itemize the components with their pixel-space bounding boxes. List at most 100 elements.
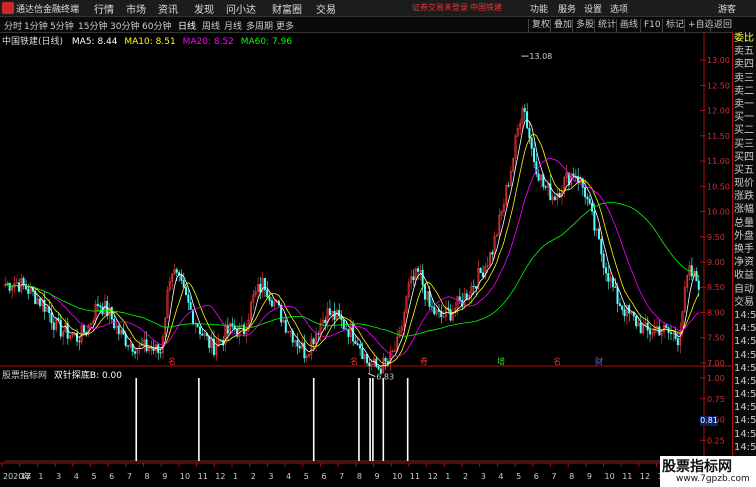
menu-options[interactable]: 选项 bbox=[610, 2, 628, 15]
side-label: 14:5 bbox=[734, 441, 756, 453]
y-tick-label: 10.50 bbox=[707, 182, 730, 191]
period-tick[interactable]: 分时 bbox=[4, 19, 22, 32]
ma20-value: MA20: 8.52 bbox=[182, 37, 234, 47]
candle bbox=[96, 303, 99, 307]
candle bbox=[152, 348, 155, 351]
side-label: 卖四 bbox=[734, 59, 754, 71]
high-annotation: 13.08 bbox=[529, 52, 552, 61]
period-toolbar: 分时 1分钟 5分钟 15分钟 30分钟 60分钟 日线 周线 月线 多周期 更… bbox=[0, 17, 756, 33]
menu-news[interactable]: 资讯 bbox=[158, 1, 178, 16]
side-label: 14:5 bbox=[734, 323, 756, 335]
candle bbox=[259, 284, 262, 293]
candle bbox=[544, 186, 547, 188]
menu-wenxiaoda[interactable]: 问小达 bbox=[226, 1, 256, 16]
y-tick-label: 9.00 bbox=[707, 258, 725, 267]
candle bbox=[479, 268, 482, 274]
menu-guest[interactable]: 游客 bbox=[718, 2, 736, 15]
x-axis-label: 11 bbox=[622, 472, 632, 481]
menu-market[interactable]: 市场 bbox=[126, 1, 146, 16]
menu-trade[interactable]: 交易 bbox=[316, 1, 336, 16]
x-axis-label: 11 bbox=[410, 472, 420, 481]
candle bbox=[324, 319, 327, 323]
menu-settings[interactable]: 设置 bbox=[584, 2, 602, 15]
period-30min[interactable]: 30分钟 bbox=[110, 19, 139, 32]
side-label: 净资 bbox=[734, 257, 754, 269]
candle bbox=[8, 282, 11, 291]
candle bbox=[338, 310, 341, 317]
stock-title: 中国铁建(日线) bbox=[2, 37, 64, 47]
candle bbox=[117, 325, 120, 335]
candle bbox=[347, 329, 350, 337]
period-1min[interactable]: 1分钟 bbox=[24, 19, 48, 32]
candle bbox=[621, 305, 624, 310]
x-axis-label: 2 bbox=[463, 472, 468, 481]
candle bbox=[38, 298, 41, 306]
period-15min[interactable]: 15分钟 bbox=[78, 19, 107, 32]
sub-value-badge: 0.81 bbox=[700, 416, 718, 426]
draw-line-button[interactable]: 画线 bbox=[616, 19, 641, 32]
event-marker: 名 bbox=[168, 356, 176, 366]
menu-discover[interactable]: 发现 bbox=[194, 1, 214, 16]
sub-formula: 双针探底B: 0.00 bbox=[53, 371, 122, 381]
candle bbox=[284, 320, 287, 333]
candle bbox=[113, 318, 116, 329]
candle bbox=[491, 252, 494, 255]
side-label: 14:5 bbox=[734, 389, 756, 401]
candle bbox=[133, 351, 136, 354]
candle bbox=[558, 193, 561, 197]
x-axis-label: 12 bbox=[640, 472, 650, 481]
candle bbox=[602, 253, 605, 268]
x-axis-label: 8 bbox=[145, 472, 150, 481]
candle bbox=[43, 299, 46, 312]
period-multi[interactable]: 多周期 bbox=[246, 19, 273, 32]
f10-button[interactable]: F10 bbox=[640, 19, 664, 32]
period-60min[interactable]: 60分钟 bbox=[142, 19, 171, 32]
period-5min[interactable]: 5分钟 bbox=[50, 19, 74, 32]
x-axis-label: 9 bbox=[587, 472, 592, 481]
candle bbox=[266, 289, 269, 298]
back-button[interactable]: 返回 bbox=[710, 19, 735, 32]
candle bbox=[649, 330, 652, 335]
side-label: 外盘 bbox=[734, 230, 754, 242]
period-daily[interactable]: 日线 bbox=[178, 19, 196, 32]
candle bbox=[359, 344, 362, 349]
chart-header: 中国铁建(日线) MA5: 8.44 MA10: 8.51 MA20: 8.52… bbox=[2, 34, 292, 47]
candle bbox=[697, 280, 700, 290]
candle bbox=[263, 278, 266, 291]
candle bbox=[187, 294, 190, 303]
menu-function[interactable]: 功能 bbox=[530, 2, 548, 15]
candle bbox=[201, 333, 204, 336]
side-label: 自动 bbox=[734, 283, 754, 295]
candle bbox=[533, 148, 536, 162]
period-more[interactable]: 更多 bbox=[276, 19, 294, 32]
side-label: 14:5 bbox=[734, 362, 756, 374]
x-axis-label: 12 bbox=[215, 472, 225, 481]
menu-quotes[interactable]: 行情 bbox=[94, 1, 114, 16]
period-weekly[interactable]: 周线 bbox=[202, 19, 220, 32]
low-annotation: 6.83 bbox=[376, 372, 394, 381]
candle bbox=[303, 342, 306, 359]
x-axis-label: 8 bbox=[569, 472, 574, 481]
candle bbox=[553, 196, 556, 200]
side-label: 买五 bbox=[734, 164, 754, 176]
side-label: 收益 bbox=[734, 270, 754, 282]
x-axis-label: 8 bbox=[357, 472, 362, 481]
period-monthly[interactable]: 月线 bbox=[224, 19, 242, 32]
candle bbox=[78, 341, 81, 343]
menu-fortune[interactable]: 财富圈 bbox=[272, 1, 302, 16]
candle bbox=[433, 306, 436, 315]
candle bbox=[593, 211, 596, 231]
candle bbox=[412, 276, 415, 281]
y-tick-label: 10.00 bbox=[707, 208, 730, 217]
menu-service[interactable]: 服务 bbox=[558, 2, 576, 15]
side-label: 买二 bbox=[734, 125, 754, 137]
stock-link[interactable]: 中国铁建 bbox=[470, 2, 502, 13]
y-tick-label: 12.50 bbox=[707, 81, 730, 90]
watermark: 股票指标网 www.7gpzb.com bbox=[660, 456, 756, 487]
side-label: 14:5 bbox=[734, 375, 756, 387]
trade-login-notice[interactable]: 证券交易未登录 bbox=[412, 2, 468, 13]
candle bbox=[185, 287, 188, 296]
candle bbox=[597, 228, 600, 240]
kline-chart[interactable]: 13.0012.5012.0011.5011.0010.5010.009.509… bbox=[0, 33, 732, 487]
candle bbox=[198, 326, 201, 335]
